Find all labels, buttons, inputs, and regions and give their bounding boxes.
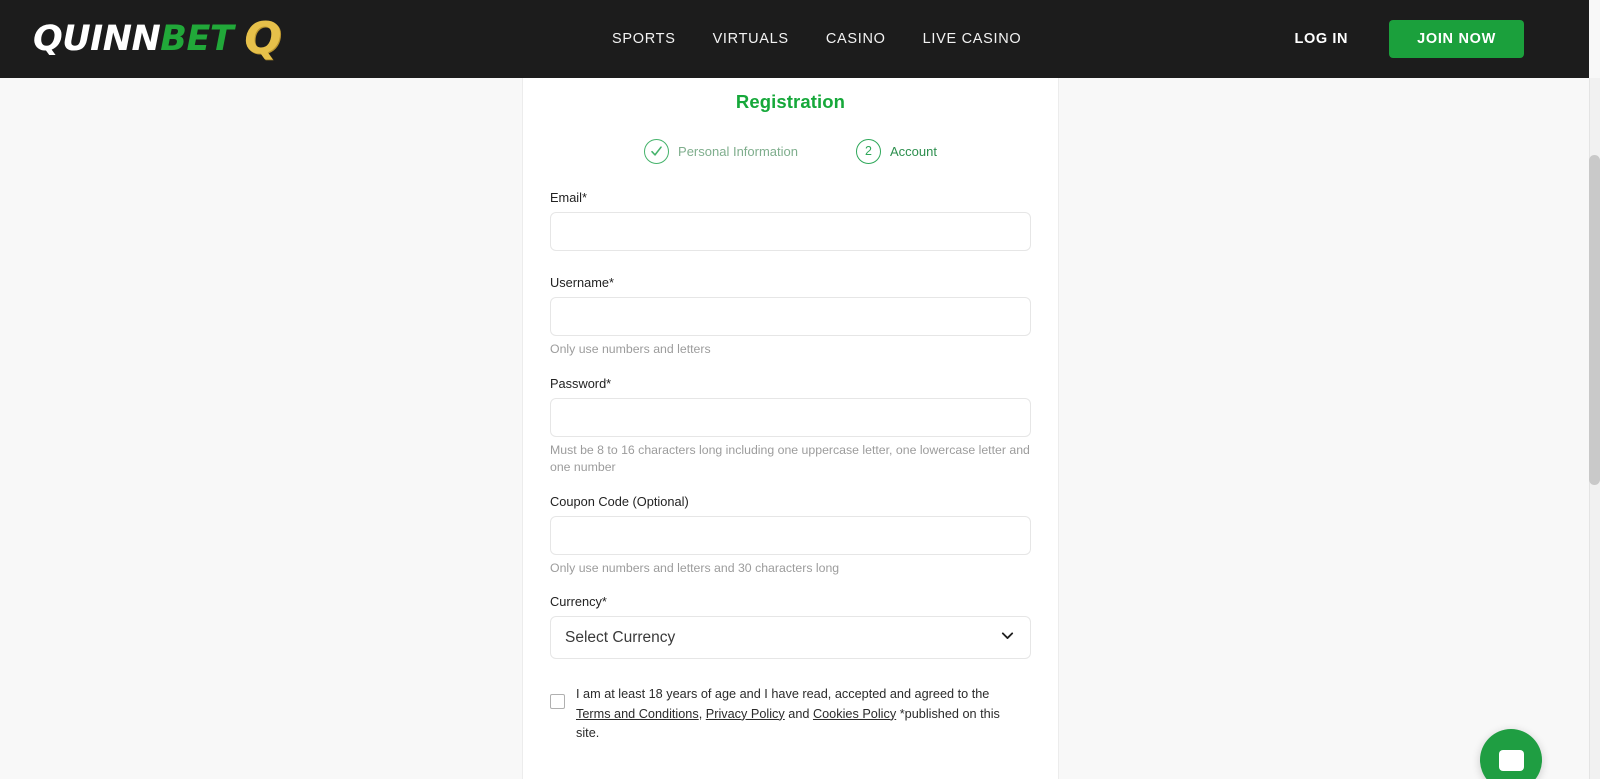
- coupon-helper-text: Only use numbers and letters and 30 char…: [550, 560, 840, 575]
- registration-stepper: Personal Information 2 Account: [523, 139, 1058, 164]
- currency-select-wrapper: Select Currency: [550, 616, 1031, 660]
- logo-text-bet: BET: [160, 18, 234, 59]
- page-title: Registration: [735, 91, 846, 112]
- currency-field-group: Currency* Select Currency: [550, 594, 1031, 660]
- currency-select[interactable]: Select Currency: [550, 616, 1031, 660]
- chat-bubble-icon[interactable]: [1480, 729, 1542, 779]
- username-input[interactable]: [550, 297, 1031, 336]
- logo-q-mark: Q: [244, 13, 282, 64]
- coupon-label: Coupon Code (Optional): [550, 493, 689, 509]
- page-scrollbar[interactable]: [1589, 78, 1600, 779]
- step-account[interactable]: 2 Account: [855, 139, 937, 164]
- brand-logo[interactable]: QUINNBET Q: [33, 13, 282, 64]
- logo-text-quinn: QUINN: [33, 18, 161, 59]
- nav-item-virtuals[interactable]: VIRTUALS: [713, 31, 789, 47]
- password-input[interactable]: [550, 397, 1031, 437]
- password-helper-text: Must be 8 to 16 characters long includin…: [550, 442, 1030, 474]
- email-input[interactable]: [550, 212, 1031, 251]
- step-number-badge: 2: [855, 139, 881, 164]
- privacy-policy-link[interactable]: Privacy Policy: [706, 707, 785, 721]
- coupon-field-group: Coupon Code (Optional) Only use numbers …: [550, 494, 1031, 577]
- check-icon: [644, 139, 670, 164]
- terms-separator-1: ,: [698, 706, 706, 721]
- registration-card: Registration Personal Information 2 Acco…: [522, 78, 1059, 779]
- nav-item-casino[interactable]: CASINO: [826, 31, 886, 47]
- step-number: 2: [865, 144, 872, 159]
- coupon-input[interactable]: [550, 515, 1031, 555]
- registration-form: Email* Username* Only use numbers and le…: [523, 190, 1058, 743]
- email-label: Email*: [550, 190, 587, 205]
- terms-text: I am at least 18 years of age and I have…: [576, 685, 1023, 743]
- page-body: Registration Personal Information 2 Acco…: [0, 78, 1589, 779]
- page-scrollbar-thumb[interactable]: [1589, 155, 1600, 485]
- terms-agreement-row: I am at least 18 years of age and I have…: [550, 685, 1031, 743]
- main-navigation: SPORTS VIRTUALS CASINO LIVE CASINO: [612, 0, 1021, 78]
- username-helper-text: Only use numbers and letters: [550, 342, 711, 356]
- login-button[interactable]: LOG IN: [1289, 30, 1355, 48]
- terms-checkbox[interactable]: [550, 694, 565, 710]
- password-label: Password*: [550, 375, 612, 391]
- step-label-personal-information: Personal Information: [678, 144, 798, 159]
- terms-and-conditions-link[interactable]: Terms and Conditions: [576, 707, 699, 721]
- nav-item-live-casino[interactable]: LIVE CASINO: [923, 31, 1022, 47]
- currency-label: Currency*: [550, 594, 607, 610]
- terms-text-part1: I am at least 18 years of age and I have…: [576, 687, 990, 702]
- nav-item-sports[interactable]: SPORTS: [612, 31, 676, 47]
- cookies-policy-link[interactable]: Cookies Policy: [813, 707, 896, 721]
- password-field-group: Password* Must be 8 to 16 characters lon…: [550, 376, 1031, 476]
- step-personal-information[interactable]: Personal Information: [644, 139, 798, 164]
- terms-separator-2: and: [784, 706, 813, 721]
- chat-bubble-shape: [1498, 749, 1524, 771]
- currency-selected-value: Select Currency: [565, 628, 676, 646]
- site-header: QUINNBET Q SPORTS VIRTUALS CASINO LIVE C…: [0, 0, 1589, 78]
- step-label-account: Account: [889, 144, 937, 159]
- email-field-group: Email*: [550, 190, 1031, 251]
- username-field-group: Username* Only use numbers and letters: [550, 275, 1031, 358]
- header-actions: LOG IN JOIN NOW: [1289, 0, 1524, 78]
- username-label: Username*: [550, 275, 615, 290]
- join-now-button[interactable]: JOIN NOW: [1389, 20, 1524, 58]
